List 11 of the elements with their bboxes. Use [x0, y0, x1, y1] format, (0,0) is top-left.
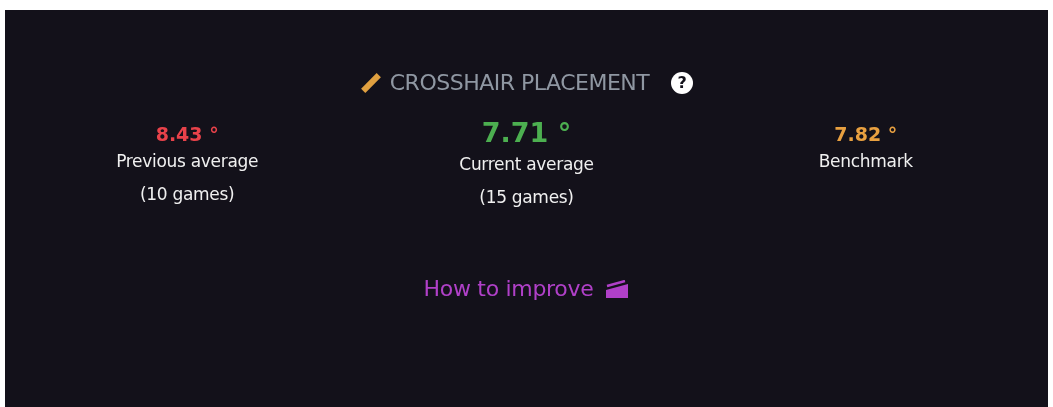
stat-label: Benchmark	[818, 150, 913, 173]
stat-label: Previous average	[116, 150, 259, 173]
stat-label: Current average	[459, 153, 594, 176]
card-title: CROSSHAIR PLACEMENT	[389, 70, 650, 95]
stat-sub-label: (10 games)	[139, 183, 235, 206]
help-icon[interactable]: ?	[671, 71, 694, 94]
stat-sub-label: (15 games)	[479, 186, 574, 209]
stat-value: 8.43 °	[155, 123, 219, 145]
stat-value: 7.71 °	[481, 117, 572, 148]
stat-value: 7.82 °	[834, 123, 898, 145]
improve-link[interactable]: How to improve	[423, 276, 630, 301]
